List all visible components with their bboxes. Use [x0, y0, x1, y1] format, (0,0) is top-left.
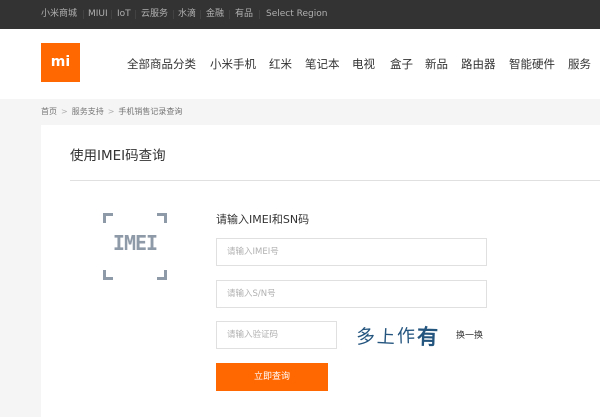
nav-laptop[interactable]: 笔记本 — [305, 29, 340, 99]
mi-logo-text: mi — [50, 54, 71, 70]
captcha-input[interactable] — [216, 321, 337, 349]
nav-all-categories[interactable]: 全部商品分类 — [127, 29, 196, 99]
captcha-refresh-link[interactable]: 换一换 — [456, 328, 483, 341]
topbar-link-region[interactable]: Select Region — [266, 0, 327, 29]
breadcrumb-separator-icon: > — [107, 107, 115, 116]
topbar-link-iot[interactable]: IoT — [117, 0, 131, 29]
site-header: mi 全部商品分类 小米手机 红米 笔记本 电视 盒子 新品 路由器 智能硬件 … — [0, 29, 600, 99]
topbar-divider — [229, 10, 230, 19]
topbar-link-cloud[interactable]: 云服务 — [141, 0, 168, 29]
page-title: 使用IMEI码查询 — [70, 148, 166, 164]
topbar-link-finance[interactable]: 金融 — [206, 0, 224, 29]
nav-tv[interactable]: 电视 — [352, 29, 375, 99]
nav-router[interactable]: 路由器 — [461, 29, 496, 99]
breadcrumb-separator-icon: > — [61, 107, 68, 116]
breadcrumb-home[interactable]: 首页 — [41, 107, 57, 116]
topbar-divider — [83, 10, 84, 19]
topbar-divider — [135, 10, 136, 19]
topbar-divider — [200, 10, 201, 19]
captcha-char: 上 — [376, 326, 396, 349]
captcha-char: 有 — [416, 323, 439, 350]
nav-service[interactable]: 服务 — [568, 29, 591, 99]
site-topbar: 小米商城 MIUI IoT 云服务 水滴 金融 有品 Select Region — [0, 0, 600, 29]
topbar-divider — [173, 10, 174, 19]
topbar-link-youpin[interactable]: 有品 — [235, 0, 253, 29]
imei-query-panel: 使用IMEI码查询 IMEI 请输入IMEI和SN码 多 上 作 有 换一换 立… — [41, 125, 600, 417]
nav-box[interactable]: 盒子 — [390, 29, 413, 99]
nav-mi-phone[interactable]: 小米手机 — [210, 29, 256, 99]
sn-input[interactable] — [216, 280, 487, 308]
topbar-link-water[interactable]: 水滴 — [178, 0, 196, 29]
breadcrumb-current: 手机销售记录查询 — [118, 107, 183, 116]
nav-redmi[interactable]: 红米 — [269, 29, 292, 99]
breadcrumb: 首页 > 服务支持 > 手机销售记录查询 — [41, 106, 182, 118]
captcha-char: 作 — [396, 325, 416, 348]
form-heading: 请输入IMEI和SN码 — [216, 213, 310, 226]
breadcrumb-support[interactable]: 服务支持 — [72, 107, 104, 116]
topbar-divider — [111, 10, 112, 19]
topbar-link-mall[interactable]: 小米商城 — [41, 0, 77, 29]
query-submit-button[interactable]: 立即查询 — [216, 363, 328, 391]
imei-scan-icon: IMEI — [103, 213, 167, 280]
topbar-divider — [259, 10, 260, 19]
title-divider — [70, 180, 600, 181]
captcha-image[interactable]: 多 上 作 有 — [355, 321, 445, 350]
topbar-link-miui[interactable]: MIUI — [88, 0, 108, 29]
captcha-char: 多 — [355, 325, 376, 349]
nav-smart-hardware[interactable]: 智能硬件 — [509, 29, 555, 99]
imei-icon-label: IMEI — [112, 231, 158, 255]
mi-logo[interactable]: mi — [41, 43, 80, 82]
imei-input[interactable] — [216, 238, 487, 266]
nav-new[interactable]: 新品 — [425, 29, 448, 99]
